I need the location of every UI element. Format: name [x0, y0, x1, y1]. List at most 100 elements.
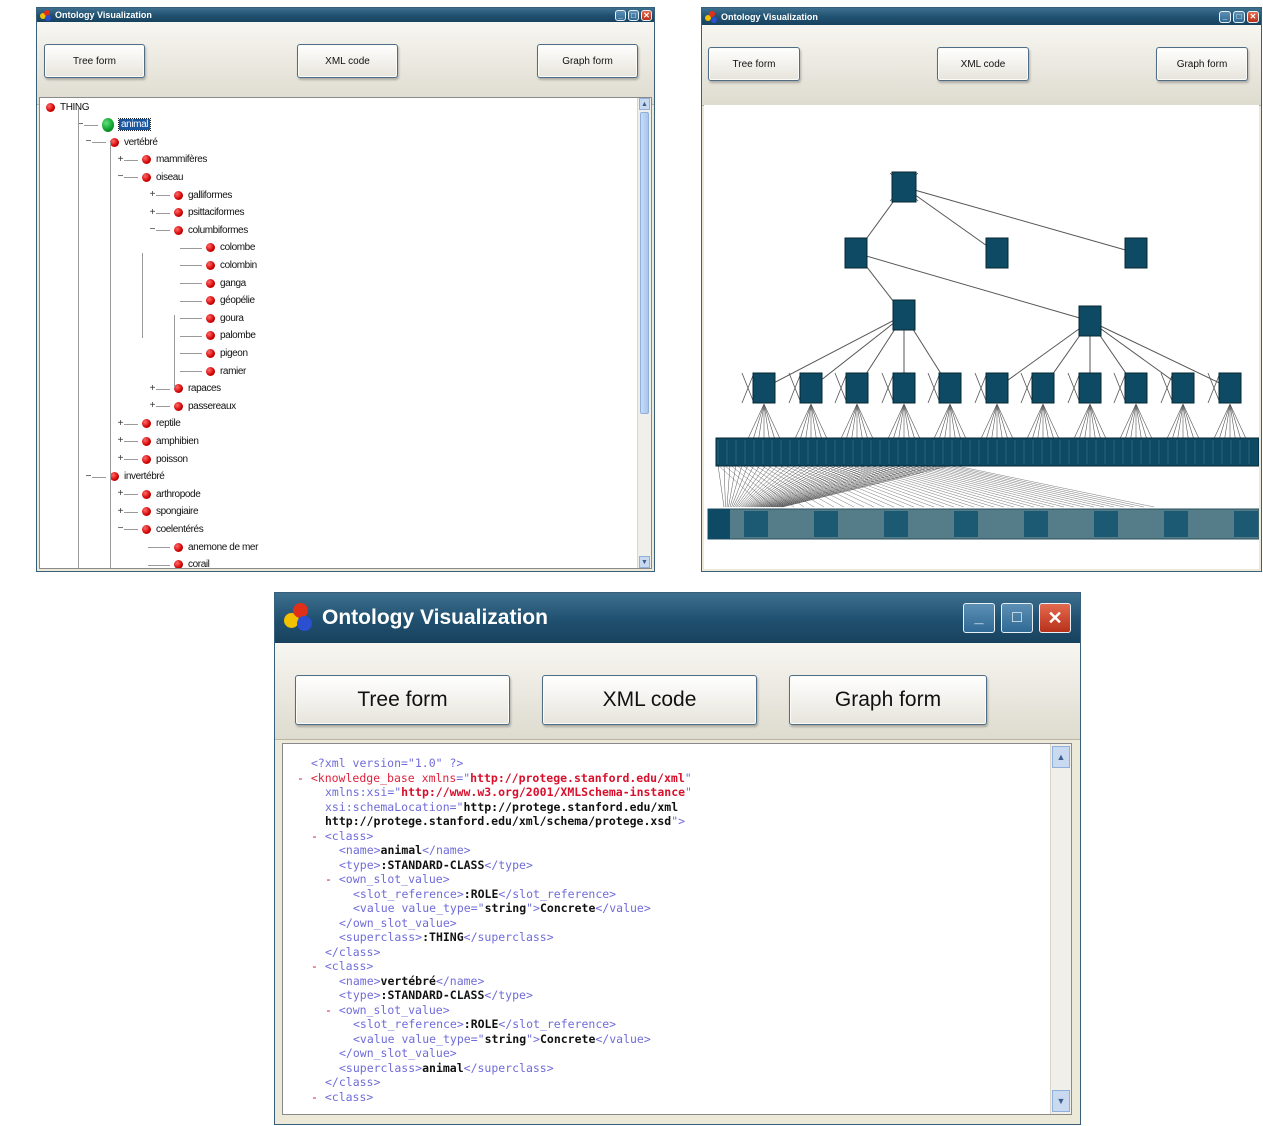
instance-node: [1094, 511, 1118, 537]
toolbar: Tree form XML code Graph form: [275, 643, 1080, 740]
tree-node[interactable]: géopélie: [206, 293, 255, 309]
tree-connector: [156, 195, 170, 196]
xml-token: </slot_reference>: [498, 886, 617, 901]
class-node-icon: [206, 260, 215, 270]
tree-node-label: corail: [188, 559, 210, 569]
scroll-down-icon[interactable]: ▼: [1052, 1090, 1070, 1112]
tree-form-button[interactable]: Tree form: [295, 675, 510, 725]
tree-node[interactable]: mammifères: [142, 152, 207, 168]
collapse-toggle[interactable]: -: [325, 872, 339, 886]
xml-token: http://protege.stanford.edu/xml: [470, 770, 685, 785]
tree-view: ▲ ▼ THING animal − vertébré − mammifères + oise…: [39, 97, 652, 569]
minimize-icon[interactable]: _: [1219, 10, 1231, 23]
tree-form-button[interactable]: Tree form: [44, 44, 145, 78]
class-node-icon: [206, 348, 215, 358]
minimize-icon[interactable]: _: [963, 603, 995, 633]
tree-node[interactable]: amphibien: [142, 433, 199, 449]
collapse-toggle[interactable]: -: [311, 1090, 325, 1104]
xml-token: =": [470, 1031, 485, 1046]
graph-edge: [1229, 403, 1243, 444]
xml-line: - <class>: [311, 959, 373, 974]
graph-edge: [810, 403, 824, 444]
tree-node[interactable]: galliformes: [174, 187, 232, 203]
xml-line: xsi:schemaLocation="http://protege.stanf…: [325, 800, 678, 815]
title-bar: Ontology Visualization _ □ ✕: [702, 8, 1261, 25]
xml-token: </slot_reference>: [498, 1017, 617, 1031]
class-node-icon: [142, 507, 151, 517]
graph-form-button[interactable]: Graph form: [537, 44, 638, 78]
graph-form-button[interactable]: Graph form: [789, 675, 987, 725]
tree-node[interactable]: spongiaire: [142, 504, 199, 520]
graph-edge: [798, 403, 812, 444]
tree-node-label: amphibien: [156, 435, 199, 447]
tree-node[interactable]: ganga: [206, 275, 246, 291]
tree-node[interactable]: invertébré: [110, 469, 165, 485]
tree-node[interactable]: rapaces: [174, 381, 221, 397]
tree-node[interactable]: corail: [174, 557, 210, 569]
tree-node[interactable]: columbiformes: [174, 222, 248, 238]
tree-connector: [156, 388, 170, 390]
minimize-icon[interactable]: _: [615, 9, 626, 21]
maximize-icon[interactable]: □: [628, 9, 639, 21]
collapse-toggle[interactable]: -: [311, 959, 325, 973]
tree-node-label: spongiaire: [156, 506, 199, 518]
tree-node[interactable]: psittaciformes: [174, 205, 244, 221]
collapse-toggle[interactable]: -: [311, 829, 325, 843]
graph-edge: [1042, 403, 1056, 444]
xml-token: <name>: [339, 973, 381, 988]
tree-node[interactable]: arthropode: [142, 486, 201, 502]
xml-code-button[interactable]: XML code: [297, 44, 398, 78]
tree-node-label: ramier: [220, 365, 246, 377]
close-icon[interactable]: ✕: [1039, 603, 1071, 633]
tree-connector: [180, 283, 202, 284]
vertical-scrollbar[interactable]: ▲ ▼: [637, 98, 651, 568]
tree-form-button[interactable]: Tree form: [708, 47, 800, 81]
tree-node-label: rapaces: [188, 383, 221, 395]
tree-node[interactable]: vertébré: [110, 134, 158, 150]
maximize-icon[interactable]: □: [1001, 603, 1033, 633]
tree-node[interactable]: coelentérés: [142, 521, 204, 537]
instance-node: [1234, 511, 1258, 537]
app-logo-icon: [705, 10, 718, 23]
xml-line: <value value_type="string">Concrete</val…: [353, 1032, 651, 1047]
tree-node[interactable]: palombe: [206, 328, 256, 344]
close-icon[interactable]: ✕: [641, 9, 652, 21]
tree-connector: [180, 300, 202, 302]
tree-node[interactable]: ramier: [206, 363, 246, 379]
tree-node[interactable]: goura: [206, 310, 244, 326]
tree-node[interactable]: anemone de mer: [174, 539, 258, 555]
graph-form-button[interactable]: Graph form: [1156, 47, 1248, 81]
tree-node[interactable]: colombe: [206, 240, 255, 256]
tree-node[interactable]: THING: [46, 99, 90, 115]
scroll-thumb[interactable]: [640, 112, 649, 414]
scroll-down-icon[interactable]: ▼: [639, 556, 650, 568]
tree-form-window: Ontology Visualization _ □ ✕ Tree form X…: [37, 8, 654, 571]
tree-node[interactable]: colombin: [206, 257, 257, 273]
tree-connector: [156, 212, 170, 214]
tree-node[interactable]: animal: [102, 117, 152, 133]
collapse-toggle[interactable]: -: [325, 1003, 339, 1017]
xml-line: - <knowledge_base xmlns="http://protege.…: [297, 770, 692, 786]
close-icon[interactable]: ✕: [1247, 10, 1259, 23]
tree-node[interactable]: poisson: [142, 451, 188, 467]
collapse-toggle[interactable]: -: [297, 771, 311, 785]
xml-token: <class>: [324, 1089, 374, 1104]
scroll-up-icon[interactable]: ▲: [1052, 746, 1070, 768]
xml-token: ": [684, 770, 692, 785]
tree-node[interactable]: pigeon: [206, 345, 248, 361]
xml-line: <name>animal</name>: [339, 843, 471, 858]
graph-node: [892, 372, 916, 404]
maximize-icon[interactable]: □: [1233, 10, 1245, 23]
tree-node[interactable]: reptile: [142, 416, 181, 432]
scroll-up-icon[interactable]: ▲: [639, 98, 650, 110]
xml-code-button[interactable]: XML code: [937, 47, 1029, 81]
tree-node[interactable]: oiseau: [142, 169, 183, 185]
xml-token: Concrete: [539, 1031, 596, 1046]
vertical-scrollbar[interactable]: ▲ ▼: [1050, 744, 1071, 1114]
class-node-icon: [206, 243, 215, 253]
graph-edge: [717, 464, 725, 508]
tree-node[interactable]: passereaux: [174, 398, 236, 414]
xml-code-button[interactable]: XML code: [542, 675, 757, 725]
class-node-icon: [206, 313, 215, 323]
tree-node-label: pigeon: [220, 347, 248, 359]
